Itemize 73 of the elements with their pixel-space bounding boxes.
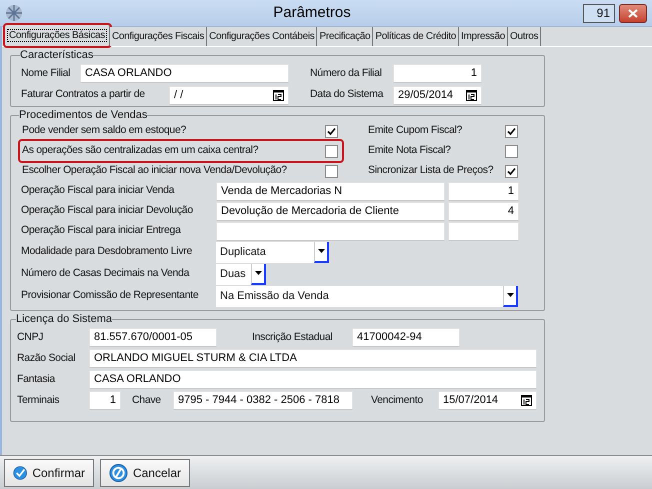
text-field[interactable]: 1 (448, 182, 519, 200)
dropdown[interactable]: Duas (216, 264, 266, 284)
group-title: Características (20, 49, 94, 61)
confirm-button[interactable]: Confirmar (4, 458, 94, 486)
cancel-button[interactable]: Cancelar (100, 458, 190, 486)
text-field[interactable]: 29/05/2014 (393, 86, 482, 104)
text-field[interactable]: / / (169, 86, 289, 104)
field-label: Modalidade para Desdobramento Livre (20, 244, 194, 260)
text-field[interactable]: 1 (89, 391, 121, 410)
field-label: Operação Fiscal para iniciar Devolução (20, 203, 194, 218)
checkbox[interactable] (505, 144, 518, 158)
field-label: Razão Social (17, 350, 76, 366)
dropdown[interactable]: Duplicata (216, 242, 329, 262)
calendar-icon[interactable] (521, 395, 532, 406)
caret-icon (254, 271, 262, 275)
counter-field: 91 (583, 4, 615, 22)
field-label: Operação Fiscal para iniciar Entrega (20, 223, 182, 238)
tab[interactable]: Precificação (317, 27, 374, 46)
calendar-icon[interactable] (466, 90, 477, 100)
close-button[interactable] (619, 4, 647, 22)
field-label: Operação Fiscal para iniciar Venda (20, 183, 176, 198)
tab[interactable]: Outros (508, 27, 542, 46)
field-label: Número de Casas Decimais na Venda (20, 266, 190, 282)
dropdown[interactable]: Na Emissão da Venda (216, 286, 518, 306)
field-label: Sincronizar Lista de Preços? (368, 163, 494, 178)
field-label: Terminais (17, 392, 60, 408)
field-label: Nome Filial (21, 66, 72, 81)
field-label: Inscrição Estadual (252, 330, 334, 345)
field-label: Emite Nota Fiscal? (368, 143, 452, 158)
text-field[interactable]: CASA ORLANDO (89, 370, 537, 389)
tab[interactable]: Políticas de Crédito (373, 27, 460, 46)
calendar-icon[interactable] (273, 90, 284, 100)
text-field[interactable] (448, 222, 519, 240)
text-field[interactable]: ORLANDO MIGUEL STURM & CIA LTDA (89, 349, 537, 368)
field-label: As operações são centralizadas em um caixa central? (22, 143, 260, 158)
text-field[interactable]: 4 (448, 202, 519, 220)
field-label: Provisionar Comissão de Representante (20, 288, 200, 304)
field-label: Número da Filial (310, 66, 383, 81)
checkbox[interactable] (505, 164, 518, 178)
field-label: CNPJ (17, 330, 44, 345)
text-field[interactable]: Venda de Mercadorias N (216, 182, 445, 200)
group-title: Procedimentos de Vendas (19, 109, 148, 121)
text-field[interactable]: 9795 - 7944 - 0382 - 2506 - 7818 (173, 391, 353, 410)
tab[interactable]: Configurações Fiscais (110, 27, 208, 46)
field-label: Emite Cupom Fiscal? (368, 123, 464, 138)
checkbox[interactable] (505, 124, 518, 138)
text-field[interactable]: 81.557.670/0001-05 (89, 328, 217, 347)
field-label: Vencimento (371, 392, 424, 408)
text-field[interactable]: CASA ORLANDO (80, 64, 289, 83)
app-icon (5, 4, 23, 22)
tab[interactable]: Impressão (459, 27, 508, 46)
field-label: Escolher Operação Fiscal ao iniciar nova Venda/Devolução? (22, 163, 288, 178)
text-field[interactable]: Devolução de Mercadoria de Cliente (216, 202, 445, 220)
text-field[interactable]: 15/07/2014 (438, 391, 537, 410)
tab[interactable]: Configurações Básicas (5, 25, 110, 46)
tab[interactable]: Configurações Contábeis (207, 27, 318, 46)
window-title: Parâmetros (272, 2, 352, 23)
checkbox[interactable] (325, 144, 338, 158)
group-title: Licença do Sistema (16, 313, 112, 325)
field-label: Pode vender sem saldo em estoque? (22, 123, 188, 138)
checkbox[interactable] (325, 124, 338, 138)
field-label: Faturar Contratos a partir de (21, 87, 146, 102)
checkbox[interactable] (325, 164, 338, 178)
cancel-icon (109, 462, 128, 482)
text-field[interactable] (216, 222, 445, 240)
close-icon (628, 8, 638, 18)
text-field[interactable]: 1 (393, 64, 482, 83)
caret-icon (506, 293, 514, 297)
caret-icon (318, 249, 324, 253)
field-label: Fantasia (17, 372, 56, 387)
field-label: Data do Sistema (310, 87, 384, 102)
field-label: Chave (132, 392, 162, 408)
text-field[interactable]: 41700042-94 (352, 328, 460, 347)
